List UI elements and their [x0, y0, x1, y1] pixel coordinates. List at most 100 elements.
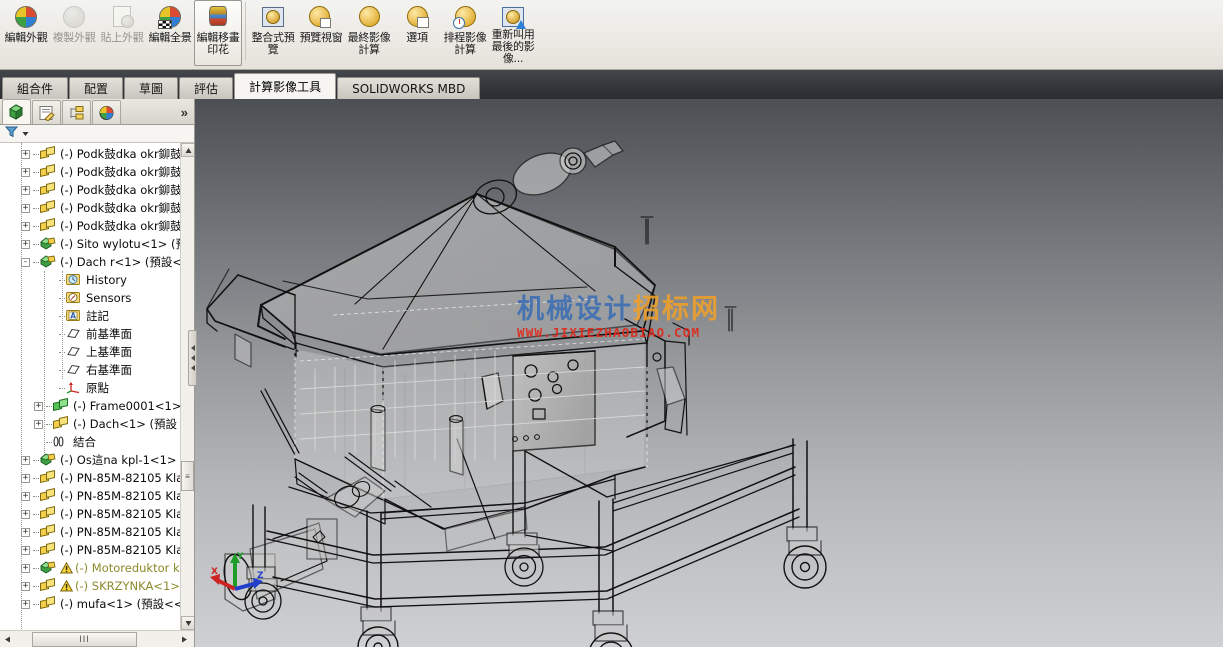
expand-icon[interactable]: +: [34, 419, 43, 429]
display-manager-tab-icon[interactable]: [92, 100, 121, 124]
feature-manager-tab-icon[interactable]: [2, 99, 31, 124]
expand-icon[interactable]: +: [21, 473, 30, 483]
ribbon-button-recall-last-render[interactable]: 重新叫用最後的影像...: [489, 0, 537, 66]
tree-item-19[interactable]: + (-) PN-85M-82105 Kla: [0, 487, 194, 505]
collapse-icon[interactable]: -: [21, 257, 30, 267]
tree-item-8[interactable]: Sensors: [0, 289, 194, 307]
panel-more-tabs-button[interactable]: »: [181, 105, 188, 120]
tree-item-24[interactable]: + (-) SKRZYNKA<1>: [0, 577, 194, 595]
property-manager-tab-icon[interactable]: [32, 100, 61, 124]
tree-item-13[interactable]: 原點: [0, 379, 194, 397]
warning-icon: [59, 579, 74, 592]
ribbon-label: 編輯移畫印花: [196, 31, 240, 56]
expand-icon[interactable]: +: [21, 581, 30, 591]
scroll-down-button[interactable]: [181, 616, 194, 630]
chevron-down-icon[interactable]: [21, 125, 30, 143]
tree-item-11[interactable]: 上基準面: [0, 343, 194, 361]
tree-item-22[interactable]: + (-) PN-85M-82105 Kla: [0, 541, 194, 559]
tab-evaluate[interactable]: 評估: [179, 77, 234, 99]
vertical-scroll-thumb[interactable]: ≡: [181, 461, 194, 491]
tree-item-21[interactable]: + (-) PN-85M-82105 Kla: [0, 523, 194, 541]
edit-decal-icon: [205, 4, 231, 30]
tree-item-12[interactable]: 右基準面: [0, 361, 194, 379]
tree-item-6[interactable]: - (-) Dach r<1> (預設<[: [0, 253, 194, 271]
tree-connector: [33, 459, 39, 461]
tree-item-18[interactable]: + (-) PN-85M-82105 Kla: [0, 469, 194, 487]
ribbon-button-paste-appearance[interactable]: 貼上外觀: [98, 0, 146, 66]
tree-item-25[interactable]: + (-) mufa<1> (預設<<: [0, 595, 194, 613]
ribbon-button-options[interactable]: 選項: [393, 0, 441, 66]
expand-icon[interactable]: +: [21, 167, 30, 177]
feature-tree[interactable]: + (-) Podk鼓dka okr鉚鼓 + (-) Podk鼓dka okr鉚鼓 + (…: [0, 143, 194, 630]
tree-item-7[interactable]: History: [0, 271, 194, 289]
scroll-up-button[interactable]: [181, 143, 194, 157]
tree-item-label: (-) PN-85M-82105 Kla: [60, 471, 184, 485]
tree-item-2[interactable]: + (-) Podk鼓dka okr鉚鼓: [0, 181, 194, 199]
expand-icon[interactable]: +: [21, 599, 30, 609]
options-icon: [404, 4, 430, 30]
tab-label: SOLIDWORKS MBD: [352, 81, 466, 96]
horizontal-scroll-thumb[interactable]: III: [32, 631, 137, 647]
expand-icon[interactable]: +: [21, 149, 30, 159]
tree-item-16[interactable]: 結合: [0, 433, 194, 451]
expand-icon[interactable]: +: [21, 239, 30, 249]
tree-item-label: 前基準面: [86, 327, 132, 341]
expand-icon[interactable]: +: [21, 221, 30, 231]
tab-assembly[interactable]: 組合件: [2, 77, 69, 99]
ribbon-button-edit-decal[interactable]: 編輯移畫印花: [194, 0, 242, 66]
ribbon-label: 排程影像計算: [443, 31, 487, 56]
feature-manager-panel: » + (-) Podk鼓dka okr鉚鼓 + (-) Podk鼓dka okr鉚鼓…: [0, 99, 195, 647]
ribbon-button-edit-scene[interactable]: 編輯全景: [146, 0, 194, 66]
expand-icon[interactable]: +: [34, 401, 43, 411]
tab-solidworks-mbd[interactable]: SOLIDWORKS MBD: [337, 77, 481, 99]
expand-icon[interactable]: +: [21, 545, 30, 555]
expand-icon[interactable]: +: [21, 527, 30, 537]
tab-sketch[interactable]: 草圖: [124, 77, 179, 99]
tree-connector: [33, 513, 39, 515]
tab-label: 配置: [84, 82, 109, 96]
expand-icon[interactable]: +: [21, 491, 30, 501]
expand-icon[interactable]: +: [21, 185, 30, 195]
tree-item-14[interactable]: + (-) Frame0001<1>: [0, 397, 194, 415]
panel-splitter-handle[interactable]: [188, 330, 197, 386]
tree-item-20[interactable]: + (-) PN-85M-82105 Kla: [0, 505, 194, 523]
filter-icon[interactable]: [4, 125, 19, 143]
tree-horizontal-scrollbar[interactable]: III: [0, 630, 194, 647]
tree-item-3[interactable]: + (-) Podk鼓dka okr鉚鼓: [0, 199, 194, 217]
ribbon-button-copy-appearance[interactable]: 複製外觀: [50, 0, 98, 66]
tree-item-label: 右基準面: [86, 363, 132, 377]
splitter-arrow-icon: [190, 355, 195, 361]
warning-icon: [59, 579, 74, 592]
tree-item-23[interactable]: + (-) Motoreduktor k: [0, 559, 194, 577]
ribbon-label: 貼上外觀: [100, 31, 144, 44]
expand-icon[interactable]: +: [21, 455, 30, 465]
tree-item-0[interactable]: + (-) Podk鼓dka okr鉚鼓: [0, 145, 194, 163]
tree-item-10[interactable]: 前基準面: [0, 325, 194, 343]
tree-item-5[interactable]: + (-) Sito wylotu<1> (預: [0, 235, 194, 253]
expand-icon[interactable]: +: [21, 509, 30, 519]
tree-item-9[interactable]: A 註記: [0, 307, 194, 325]
tab-layout[interactable]: 配置: [69, 77, 124, 99]
tree-item-4[interactable]: + (-) Podk鼓dka okr鉚鼓: [0, 217, 194, 235]
expand-icon[interactable]: +: [21, 203, 30, 213]
scroll-right-button[interactable]: [177, 632, 192, 647]
expand-icon[interactable]: +: [21, 563, 30, 573]
ribbon-button-final-render[interactable]: 最終影像計算: [345, 0, 393, 66]
ribbon-button-integrated-preview[interactable]: 整合式預覽: [249, 0, 297, 66]
scroll-left-button[interactable]: [0, 632, 15, 647]
tree-item-17[interactable]: + (-) Os這na kpl-1<1> (: [0, 451, 194, 469]
ribbon-button-schedule-render[interactable]: 排程影像計算: [441, 0, 489, 66]
tree-item-15[interactable]: + (-) Dach<1> (預設: [0, 415, 194, 433]
tree-item-1[interactable]: + (-) Podk鼓dka okr鉚鼓: [0, 163, 194, 181]
tree-connector: [33, 243, 39, 245]
ribbon-button-preview-window[interactable]: 預覽視窗: [297, 0, 345, 66]
ribbon-button-edit-appearance[interactable]: 編輯外觀: [2, 0, 50, 66]
tree-vertical-scrollbar[interactable]: ≡: [180, 143, 194, 630]
tree-guide-line: [44, 271, 45, 461]
tab-render-tools[interactable]: 計算影像工具: [234, 73, 337, 99]
assembly-icon: [40, 561, 56, 575]
tree-item-label: (-) mufa<1> (預設<<: [60, 597, 184, 611]
graphics-viewport[interactable]: 机械设计招标网 WWW.JIXIEZHAOBIAO.COM X Y Z: [195, 99, 1223, 647]
configuration-manager-tab-icon[interactable]: [62, 100, 91, 124]
